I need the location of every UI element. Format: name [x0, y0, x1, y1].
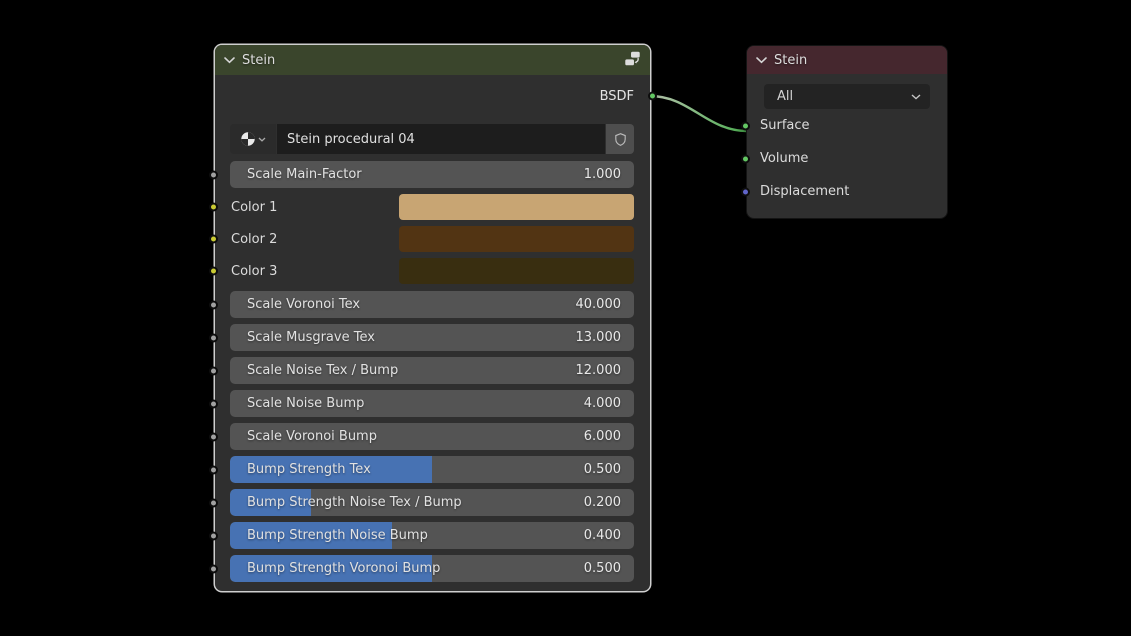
socket-input-bump-strength-noise-bump[interactable] — [209, 531, 218, 540]
input-row-surface: Surface — [747, 109, 947, 142]
socket-input-scale-voronoi-tex[interactable] — [209, 300, 218, 309]
input-label: Surface — [760, 118, 810, 133]
socket-output-bsdf[interactable] — [648, 92, 657, 101]
socket-input-displacement[interactable] — [741, 187, 750, 196]
socket-input-bump-strength-noise-tex-bump[interactable] — [209, 498, 218, 507]
fake-user-button[interactable] — [606, 124, 634, 154]
slider-value: 0.500 — [584, 561, 634, 576]
socket-input-color-1[interactable] — [209, 203, 218, 212]
input-row-displacement: Displacement — [747, 175, 947, 208]
collapse-chevron-icon[interactable] — [756, 57, 767, 64]
material-sphere-icon — [240, 131, 256, 147]
slider-bump-strength-tex[interactable]: Bump Strength Tex 0.500 — [230, 456, 634, 483]
shield-icon — [613, 132, 628, 147]
slider-scale-voronoi-bump[interactable]: Scale Voronoi Bump 6.000 — [230, 423, 634, 450]
input-color-3: Color 3 — [230, 258, 634, 284]
socket-input-volume[interactable] — [741, 154, 750, 163]
node-title: Stein — [774, 53, 807, 68]
slider-label: Scale Voronoi Bump — [230, 429, 584, 444]
input-label: Volume — [760, 151, 808, 166]
socket-input-surface[interactable] — [741, 121, 750, 130]
slider-scale-noise-bump[interactable]: Scale Noise Bump 4.000 — [230, 390, 634, 417]
output-node-header[interactable]: Stein — [747, 46, 947, 74]
color-label: Color 2 — [230, 232, 399, 247]
chevron-down-icon — [258, 137, 266, 142]
material-name-field[interactable]: Stein procedural 04 — [277, 124, 605, 154]
slider-label: Scale Noise Tex / Bump — [230, 363, 576, 378]
output-target-select[interactable]: All — [764, 84, 930, 109]
node-material-output[interactable]: Stein All Surface Volume Displacement — [747, 46, 947, 218]
slider-bump-strength-noise-bump[interactable]: Bump Strength Noise Bump 0.400 — [230, 522, 634, 549]
socket-input-scale-noise-tex-bump[interactable] — [209, 366, 218, 375]
slider-label: Bump Strength Voronoi Bump — [230, 561, 584, 576]
select-value: All — [777, 89, 793, 104]
color-label: Color 1 — [230, 200, 399, 215]
input-color-2: Color 2 — [230, 226, 634, 252]
node-title: Stein — [242, 53, 275, 68]
slider-scale-voronoi-tex[interactable]: Scale Voronoi Tex 40.000 — [230, 291, 634, 318]
material-browse-button[interactable] — [230, 124, 276, 154]
socket-input-scale-voronoi-bump[interactable] — [209, 432, 218, 441]
slider-label: Bump Strength Noise Tex / Bump — [230, 495, 584, 510]
slider-value: 13.000 — [576, 330, 635, 345]
collapse-chevron-icon[interactable] — [224, 57, 235, 64]
slider-value: 0.400 — [584, 528, 634, 543]
slider-label: Scale Voronoi Tex — [230, 297, 576, 312]
slider-label: Scale Main-Factor — [230, 167, 584, 182]
chevron-down-icon — [911, 94, 921, 100]
socket-input-bump-strength-tex[interactable] — [209, 465, 218, 474]
node-editor-canvas[interactable]: Stein BSDF — [0, 0, 1131, 636]
slider-value: 4.000 — [584, 396, 634, 411]
slider-value: 0.500 — [584, 462, 634, 477]
output-label: BSDF — [600, 89, 634, 104]
slider-value: 6.000 — [584, 429, 634, 444]
slider-bump-strength-voronoi-bump[interactable]: Bump Strength Voronoi Bump 0.500 — [230, 555, 634, 582]
slider-value: 0.200 — [584, 495, 634, 510]
color-swatch[interactable] — [399, 258, 634, 284]
input-color-1: Color 1 — [230, 194, 634, 220]
group-node-header[interactable]: Stein — [215, 45, 650, 75]
socket-input-color-2[interactable] — [209, 235, 218, 244]
node-group-icon — [624, 50, 641, 71]
slider-label: Scale Noise Bump — [230, 396, 584, 411]
input-row-volume: Volume — [747, 142, 947, 175]
slider-label: Bump Strength Noise Bump — [230, 528, 584, 543]
slider-bump-strength-noise-tex-bump[interactable]: Bump Strength Noise Tex / Bump 0.200 — [230, 489, 634, 516]
node-stein-group[interactable]: Stein BSDF — [215, 45, 650, 591]
color-swatch[interactable] — [399, 194, 634, 220]
output-row-bsdf: BSDF — [230, 83, 634, 109]
input-label: Displacement — [760, 184, 849, 199]
slider-value: 12.000 — [576, 363, 635, 378]
color-swatch[interactable] — [399, 226, 634, 252]
slider-value: 40.000 — [576, 297, 635, 312]
socket-input-scale-musgrave-tex[interactable] — [209, 333, 218, 342]
material-selector-row: Stein procedural 04 — [230, 124, 634, 154]
slider-scale-main-factor[interactable]: Scale Main-Factor 1.000 — [230, 161, 634, 188]
slider-scale-noise-tex-bump[interactable]: Scale Noise Tex / Bump 12.000 — [230, 357, 634, 384]
slider-value: 1.000 — [584, 167, 634, 182]
slider-label: Scale Musgrave Tex — [230, 330, 576, 345]
socket-input-bump-strength-voronoi-bump[interactable] — [209, 564, 218, 573]
socket-input-scale-main-factor[interactable] — [209, 170, 218, 179]
color-label: Color 3 — [230, 264, 399, 279]
slider-scale-musgrave-tex[interactable]: Scale Musgrave Tex 13.000 — [230, 324, 634, 351]
socket-input-scale-noise-bump[interactable] — [209, 399, 218, 408]
slider-label: Bump Strength Tex — [230, 462, 584, 477]
socket-input-color-3[interactable] — [209, 267, 218, 276]
